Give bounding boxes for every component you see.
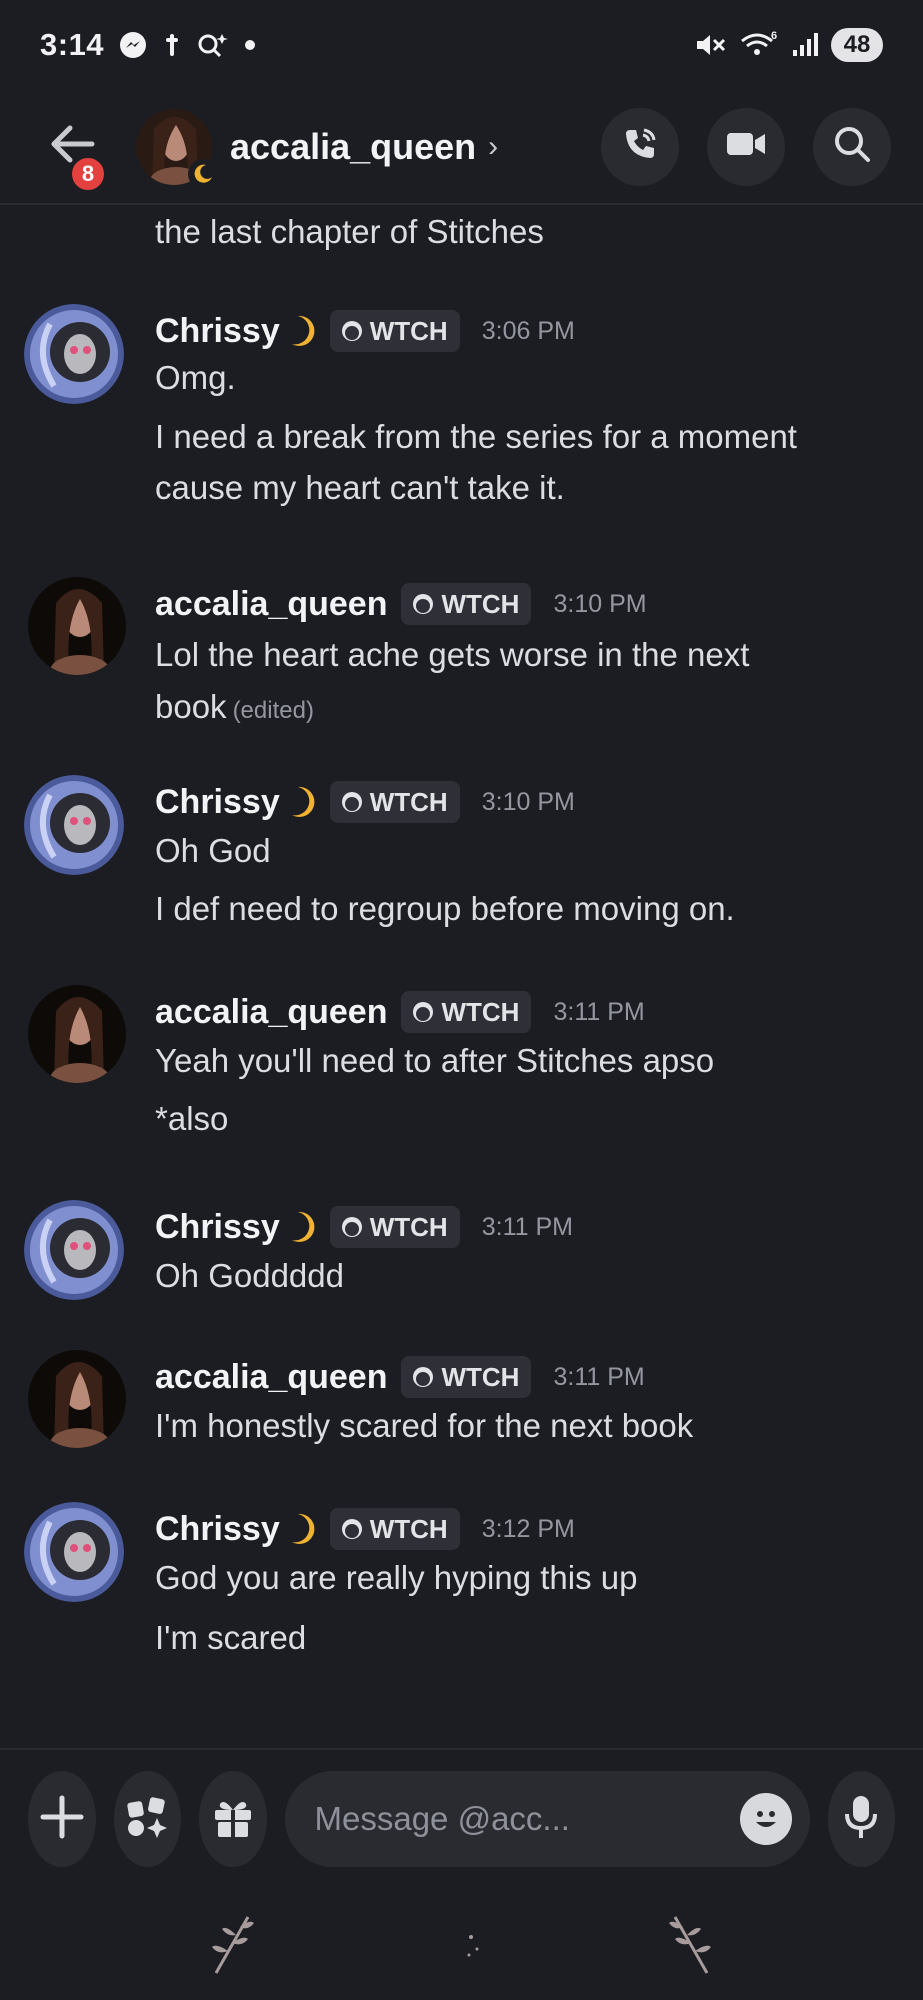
leaf-icon[interactable] <box>204 1907 264 1982</box>
avatar-accalia[interactable] <box>28 985 126 1083</box>
avatar-accalia[interactable] <box>28 577 126 675</box>
message-author[interactable]: accalia_queen <box>155 585 387 624</box>
message-text: Oh Goddddd <box>155 1257 344 1294</box>
guild-tag[interactable]: WTCH <box>329 1508 460 1550</box>
message-text: book (edited) <box>155 688 314 725</box>
avatar-chrissy[interactable] <box>24 1200 124 1300</box>
voice-call-button[interactable] <box>601 107 679 186</box>
header-avatar[interactable] <box>136 108 218 189</box>
battery-level: 48 <box>831 28 883 62</box>
message-author[interactable]: Chrissy <box>155 1510 280 1549</box>
tag-badge-icon <box>341 321 362 341</box>
guild-tag[interactable]: WTCH <box>329 781 460 823</box>
message-author[interactable]: accalia_queen <box>155 1358 387 1397</box>
avatar-accalia[interactable] <box>28 1350 126 1448</box>
video-camera-icon <box>725 128 767 165</box>
message-timestamp: 3:10 PM <box>553 589 647 618</box>
avatar-chrissy[interactable] <box>24 1502 124 1602</box>
message-text: God you are really hyping this up <box>155 1559 638 1596</box>
moon-nav-icon[interactable] <box>431 1907 491 1982</box>
guild-tag[interactable]: WTCH <box>401 1356 532 1398</box>
dot-icon <box>244 39 256 51</box>
message-text: Omg. <box>155 359 236 396</box>
message-text: Lol the heart ache gets worse in the nex… <box>155 636 750 673</box>
message-text: *also <box>155 1100 229 1137</box>
message-text: I'm scared <box>155 1619 307 1656</box>
apps-button[interactable] <box>113 1771 181 1867</box>
message-input[interactable] <box>314 1800 740 1838</box>
signal-icon <box>791 30 819 60</box>
mute-vibrate-icon <box>693 30 727 60</box>
message-timestamp: 3:12 PM <box>481 1514 575 1543</box>
bottom-navigation <box>0 1888 923 2000</box>
message-timestamp: 3:11 PM <box>553 997 645 1026</box>
message-text: I need a break from the series for a mom… <box>155 418 797 455</box>
microphone-icon <box>841 1794 881 1845</box>
tag-badge-icon <box>341 1519 362 1539</box>
tag-badge-icon <box>413 1367 434 1387</box>
voice-message-button[interactable] <box>827 1771 895 1867</box>
message-list[interactable]: the last chapter of Stitches Chrissy WTC… <box>0 207 923 1747</box>
unread-badge: 8 <box>68 153 108 194</box>
ai-search-icon <box>196 30 230 60</box>
moon-icon <box>286 1512 316 1546</box>
message-timestamp: 3:10 PM <box>481 787 575 816</box>
tag-badge-icon <box>413 1002 434 1022</box>
message-author[interactable]: accalia_queen <box>155 993 387 1032</box>
apps-icon <box>124 1794 170 1845</box>
message-text: I'm honestly scared for the next book <box>155 1407 694 1444</box>
status-time: 3:14 <box>40 27 105 62</box>
message-composer <box>0 1748 923 1888</box>
header-title[interactable]: accalia_queen <box>230 126 476 168</box>
message-text: Oh God <box>155 832 271 869</box>
search-button[interactable] <box>813 107 891 186</box>
add-attachment-button[interactable] <box>28 1771 96 1867</box>
gift-button[interactable] <box>199 1771 267 1867</box>
moon-icon <box>286 314 316 348</box>
search-icon <box>832 124 872 169</box>
gift-icon <box>210 1794 256 1845</box>
message-input-wrapper <box>284 1771 810 1867</box>
message-text: Yeah you'll need to after Stitches apso <box>155 1042 715 1079</box>
message-author[interactable]: Chrissy <box>155 783 280 822</box>
message-text: I def need to regroup before moving on. <box>155 890 735 927</box>
video-call-button[interactable] <box>707 107 785 186</box>
svg-text:6: 6 <box>771 30 777 42</box>
messenger-icon <box>118 30 148 60</box>
status-bar: 3:14 6 48 <box>0 0 923 90</box>
chevron-right-icon[interactable]: › <box>488 130 498 164</box>
message-timestamp: 3:11 PM <box>481 1212 573 1241</box>
message-timestamp: 3:06 PM <box>481 316 575 345</box>
avatar-chrissy[interactable] <box>24 304 124 404</box>
moon-icon <box>286 785 316 819</box>
message-text: the last chapter of Stitches <box>155 213 544 250</box>
guild-tag[interactable]: WTCH <box>401 991 532 1033</box>
back-button[interactable]: 8 <box>38 112 108 194</box>
message-text: cause my heart can't take it. <box>155 469 565 506</box>
wifi-icon: 6 <box>739 30 779 60</box>
message-author[interactable]: Chrissy <box>155 312 280 351</box>
emoji-button[interactable] <box>739 1793 792 1845</box>
phone-icon <box>620 124 660 169</box>
tag-badge-icon <box>341 792 362 812</box>
tag-badge-icon <box>341 1217 362 1237</box>
moon-status-icon <box>188 158 218 189</box>
message-timestamp: 3:11 PM <box>553 1362 645 1391</box>
dm-header: 8 accalia_queen › <box>0 90 923 205</box>
leaf-icon[interactable] <box>659 1907 719 1982</box>
guild-tag[interactable]: WTCH <box>329 1206 460 1248</box>
edited-label: (edited) <box>232 697 314 724</box>
tag-badge-icon <box>413 594 434 614</box>
guild-tag[interactable]: WTCH <box>401 583 532 625</box>
emoji-icon <box>755 1811 776 1827</box>
message-author[interactable]: Chrissy <box>155 1208 280 1247</box>
avatar-chrissy[interactable] <box>24 775 124 875</box>
tool-icon <box>162 30 182 60</box>
plus-icon <box>39 1794 85 1845</box>
moon-icon <box>286 1210 316 1244</box>
guild-tag[interactable]: WTCH <box>329 310 460 352</box>
